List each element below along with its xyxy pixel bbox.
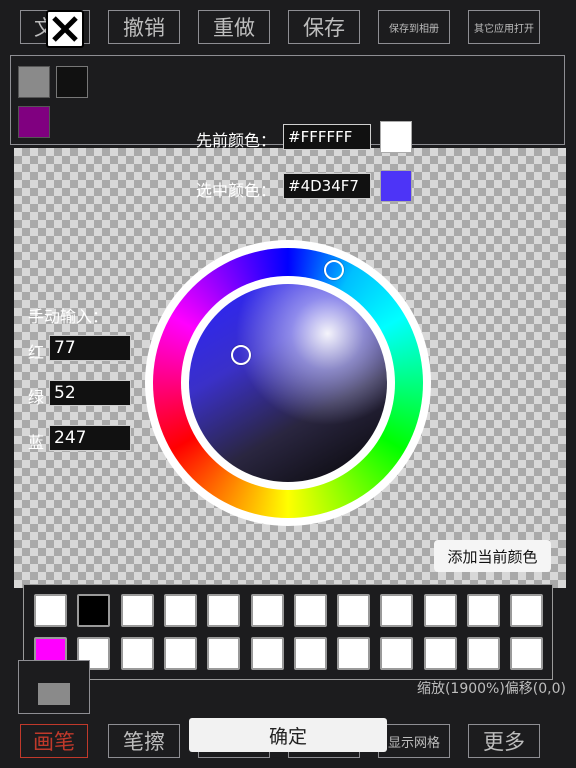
open-in-other-app-button[interactable]: 其它应用打开 (468, 10, 540, 44)
recent-color-swatch[interactable] (18, 106, 50, 138)
palette-color-cell[interactable] (34, 594, 67, 627)
color-selector-handle[interactable] (231, 345, 251, 365)
palette-color-cell[interactable] (163, 637, 197, 670)
add-current-color-button[interactable]: 添加当前颜色 (434, 540, 551, 572)
palette-color-cell[interactable] (120, 637, 154, 670)
recent-color-swatch[interactable] (56, 66, 88, 98)
palette-color-cell[interactable] (207, 637, 241, 670)
palette-color-cell[interactable] (337, 637, 371, 670)
palette-color-cell[interactable] (250, 637, 284, 670)
palette-color-cell[interactable] (163, 594, 197, 627)
palette-color-cell[interactable] (380, 594, 414, 627)
palette-color-cell[interactable] (77, 594, 111, 627)
color-wheel[interactable] (145, 240, 431, 526)
selected-color-label: 选中颜色： (196, 181, 277, 200)
palette-color-cell[interactable] (120, 594, 154, 627)
brush-preview[interactable] (18, 660, 90, 714)
hue-selector-handle[interactable] (324, 260, 344, 280)
palette-color-cell[interactable] (207, 594, 241, 627)
manual-input-label: 手动输入： (28, 307, 109, 326)
previous-color-hex-field[interactable] (283, 124, 371, 150)
selected-color-hex-field[interactable] (283, 173, 371, 199)
eraser-button[interactable]: 笔擦 (108, 724, 180, 758)
redo-button[interactable]: 重做 (198, 10, 270, 44)
brush-color-preview (38, 683, 70, 705)
palette-color-cell[interactable] (337, 594, 371, 627)
save-button[interactable]: 保存 (288, 10, 360, 44)
previous-color-swatch (380, 121, 412, 153)
palette-color-cell[interactable] (510, 594, 544, 627)
save-to-album-button[interactable]: 保存到相册 (378, 10, 450, 44)
red-label: 红 (28, 343, 45, 362)
green-input[interactable] (49, 380, 131, 406)
palette-color-cell[interactable] (423, 637, 457, 670)
palette-color-cell[interactable] (380, 637, 414, 670)
palette-color-cell[interactable] (510, 637, 544, 670)
previous-color-label: 先前颜色： (196, 131, 277, 150)
recent-color-swatch[interactable] (18, 66, 50, 98)
show-grid-button[interactable]: 显示网格 (378, 724, 450, 758)
color-palette (23, 584, 553, 680)
close-icon[interactable] (46, 10, 84, 48)
blue-label: 蓝 (28, 433, 45, 452)
palette-color-cell[interactable] (293, 637, 327, 670)
undo-button[interactable]: 撤销 (108, 10, 180, 44)
confirm-button[interactable]: 确定 (189, 718, 387, 752)
palette-color-cell[interactable] (467, 637, 500, 670)
palette-color-cell[interactable] (250, 594, 284, 627)
saturation-brightness-disc[interactable] (189, 284, 387, 482)
zoom-offset-status: 缩放(1900%)偏移(0,0) (416, 681, 566, 697)
palette-color-cell[interactable] (293, 594, 327, 627)
blue-input[interactable] (49, 425, 131, 451)
palette-color-cell[interactable] (423, 594, 457, 627)
selected-color-swatch (380, 170, 412, 202)
green-label: 绿 (28, 388, 45, 407)
palette-color-cell[interactable] (467, 594, 500, 627)
more-button[interactable]: 更多 (468, 724, 540, 758)
pen-button[interactable]: 画笔 (20, 724, 88, 758)
red-input[interactable] (49, 335, 131, 361)
